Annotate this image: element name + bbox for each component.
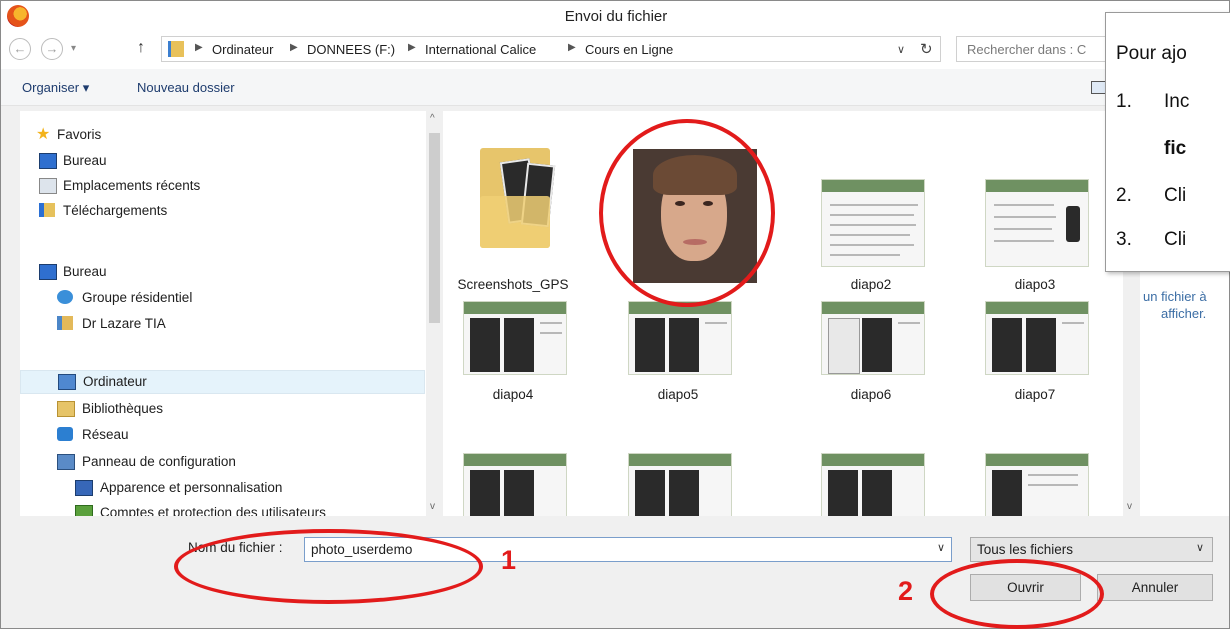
file-list-area: Screenshots_GPS diapo2 diapo3 diapo4 dia… <box>443 111 1123 516</box>
star-icon: ★ <box>36 126 51 143</box>
window-title: Envoi du fichier <box>564 8 668 25</box>
sidebar-item-favoris[interactable]: ★ Favoris <box>20 124 425 146</box>
sidebar-item-ordinateur[interactable]: Ordinateur <box>20 370 425 394</box>
chevron-down-icon[interactable]: ∨ <box>937 541 945 554</box>
file-item-diapo7[interactable]: diapo7 <box>965 299 1105 411</box>
new-folder-button[interactable]: Nouveau dossier <box>137 80 235 95</box>
file-item-diapo3[interactable]: diapo3 <box>965 111 1105 292</box>
back-button[interactable]: ← <box>9 38 31 60</box>
file-upload-dialog: Envoi du fichier ← → ▾ ↑ ▶ Ordinateur ▶ … <box>0 0 1230 629</box>
navigation-scrollbar[interactable]: ^ v <box>426 111 443 516</box>
appearance-icon <box>75 480 93 496</box>
breadcrumb-separator-icon: ▶ <box>408 42 416 53</box>
sidebar-item-apparence[interactable]: Apparence et personnalisation <box>20 477 425 499</box>
file-item-diapo11[interactable] <box>965 447 1105 516</box>
control-panel-icon <box>57 454 75 470</box>
desktop-icon <box>39 264 57 280</box>
slide-thumbnail <box>985 453 1089 516</box>
step-1-label: 1 <box>501 545 517 575</box>
sidebar-item-groupe-residentiel[interactable]: Groupe résidentiel <box>20 287 425 309</box>
slide-thumbnail <box>463 453 567 516</box>
instruction-popup: Pour ajo 1. Inc fic 2. Cli 3. Cli <box>1105 12 1230 272</box>
breadcrumb-ordinateur[interactable]: Ordinateur <box>212 42 273 57</box>
breadcrumb-separator-icon: ▶ <box>568 42 576 53</box>
address-bar[interactable]: ▶ Ordinateur ▶ DONNEES (F:) ▶ Internatio… <box>161 36 941 62</box>
slide-thumbnail <box>628 301 732 375</box>
breadcrumb-separator-icon: ▶ <box>290 42 298 53</box>
address-row: ← → ▾ ↑ ▶ Ordinateur ▶ DONNEES (F:) ▶ In… <box>1 31 1229 69</box>
slide-thumbnail <box>463 301 567 375</box>
file-item-diapo10[interactable] <box>801 447 941 516</box>
address-dropdown-icon[interactable]: ∨ <box>897 43 905 56</box>
navigation-pane: ★ Favoris Bureau Emplacements récents Té… <box>20 111 427 516</box>
folder-icon <box>480 148 556 248</box>
recent-locations-dropdown-icon[interactable]: ▾ <box>71 43 76 54</box>
slide-thumbnail <box>821 301 925 375</box>
breadcrumb-separator-icon: ▶ <box>195 42 203 53</box>
downloads-icon <box>39 203 55 217</box>
scrollbar-thumb[interactable] <box>429 133 440 323</box>
network-icon <box>57 427 73 441</box>
computer-icon <box>58 374 76 390</box>
file-item-diapo2[interactable]: diapo2 <box>801 111 941 292</box>
file-item-folder[interactable]: Screenshots_GPS <box>443 111 583 292</box>
slide-thumbnail <box>985 179 1089 267</box>
file-item-diapo5[interactable]: diapo5 <box>608 299 748 411</box>
sidebar-item-bibliotheques[interactable]: Bibliothèques <box>20 398 425 420</box>
recent-places-icon <box>39 178 57 194</box>
organize-menu-button[interactable]: Organiser ▾ <box>22 80 89 96</box>
user-accounts-icon <box>75 505 93 516</box>
sidebar-item-comptes[interactable]: Comptes et protection des utilisateurs <box>20 502 425 516</box>
preview-message: un fichier à afficher. <box>1143 289 1207 321</box>
folder-location-icon <box>168 41 184 57</box>
breadcrumb-donnees[interactable]: DONNEES (F:) <box>307 42 395 57</box>
sidebar-item-bureau-fav[interactable]: Bureau <box>20 150 425 172</box>
breadcrumb-cours-en-ligne[interactable]: Cours en Ligne <box>585 42 673 57</box>
toolbar: Organiser ▾ Nouveau dossier <box>1 69 1229 106</box>
homegroup-icon <box>57 290 73 304</box>
slide-thumbnail <box>628 453 732 516</box>
scroll-down-icon[interactable]: v <box>430 501 435 512</box>
sidebar-item-telechargements[interactable]: Téléchargements <box>20 200 425 222</box>
file-item-diapo4[interactable]: diapo4 <box>443 299 583 411</box>
sidebar-item-emplacements-recents[interactable]: Emplacements récents <box>20 175 425 197</box>
sidebar-item-dr-lazare-tia[interactable]: Dr Lazare TIA <box>20 313 425 335</box>
up-folder-button[interactable]: ↑ <box>137 39 145 57</box>
scroll-down-icon[interactable]: v <box>1127 501 1132 512</box>
cancel-button[interactable]: Annuler <box>1097 574 1213 601</box>
file-item-diapo9[interactable] <box>608 447 748 516</box>
sidebar-item-panneau-configuration[interactable]: Panneau de configuration <box>20 451 425 473</box>
chevron-down-icon[interactable]: ∨ <box>1196 541 1204 554</box>
scroll-up-icon[interactable]: ^ <box>430 113 435 124</box>
libraries-icon <box>57 401 75 417</box>
file-item-diapo8[interactable] <box>443 447 583 516</box>
refresh-icon[interactable]: ↻ <box>920 40 933 58</box>
breadcrumb-international-calice[interactable]: International Calice <box>425 42 536 57</box>
forward-button[interactable]: → <box>41 38 63 60</box>
open-button-highlight-ring <box>930 559 1104 629</box>
sidebar-item-bureau[interactable]: Bureau <box>20 261 425 283</box>
slide-thumbnail <box>985 301 1089 375</box>
desktop-icon <box>39 153 57 169</box>
slide-thumbnail <box>821 179 925 267</box>
user-folder-icon <box>57 316 73 330</box>
filename-highlight-ring <box>174 529 483 604</box>
file-item-diapo6[interactable]: diapo6 <box>801 299 941 411</box>
step-2-label: 2 <box>898 576 914 606</box>
slide-thumbnail <box>821 453 925 516</box>
title-bar[interactable]: Envoi du fichier <box>1 1 1229 31</box>
sidebar-item-reseau[interactable]: Réseau <box>20 424 425 446</box>
photo-highlight-ring <box>599 119 775 307</box>
